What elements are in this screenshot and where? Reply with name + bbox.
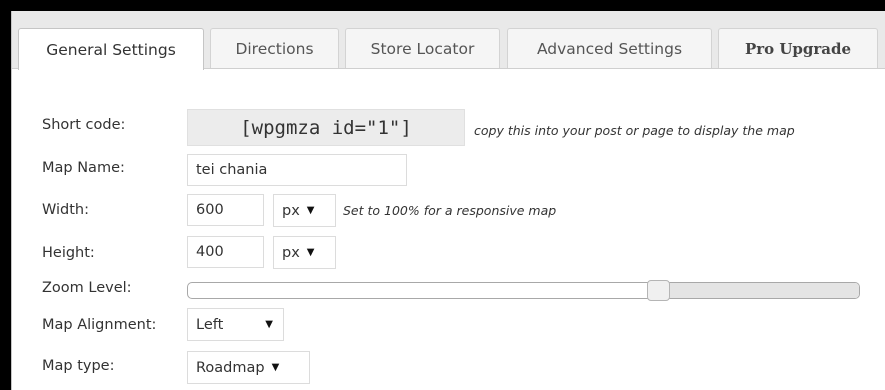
zoom-level-slider[interactable] <box>187 280 860 301</box>
height-input[interactable]: 400 <box>187 236 264 268</box>
width-input[interactable]: 600 <box>187 194 264 226</box>
map-type-select[interactable]: Roadmap ▼ <box>187 351 310 384</box>
width-hint: Set to 100% for a responsive map <box>343 203 557 218</box>
tab-general-settings[interactable]: General Settings <box>18 28 204 70</box>
map-alignment-value: Left <box>196 316 224 333</box>
short-code-label: Short code: <box>42 117 126 133</box>
tab-advanced-settings[interactable]: Advanced Settings <box>507 28 712 68</box>
map-alignment-select[interactable]: Left ▼ <box>187 308 284 341</box>
zoom-slider-track-remaining <box>657 283 859 298</box>
width-unit-select[interactable]: px ▼ <box>273 194 336 227</box>
settings-panel: General Settings Directions Store Locato… <box>11 11 885 390</box>
zoom-slider-handle[interactable] <box>646 280 670 301</box>
chevron-down-icon: ▼ <box>265 319 273 330</box>
tab-pro-upgrade[interactable]: Pro Upgrade <box>718 28 878 68</box>
width-label: Width: <box>42 202 90 218</box>
chevron-down-icon: ▼ <box>306 205 315 216</box>
chevron-down-icon: ▼ <box>271 362 280 373</box>
tab-directions[interactable]: Directions <box>210 28 339 68</box>
map-alignment-label: Map Alignment: <box>42 317 157 333</box>
tab-bar: General Settings Directions Store Locato… <box>12 11 885 70</box>
height-unit-select[interactable]: px ▼ <box>273 236 336 269</box>
window-frame-top <box>0 0 885 11</box>
width-unit-value: px <box>282 202 300 219</box>
chevron-down-icon: ▼ <box>306 247 315 258</box>
map-type-value: Roadmap <box>196 359 265 376</box>
window-frame-left <box>0 0 11 390</box>
zoom-level-label: Zoom Level: <box>42 280 132 296</box>
map-name-input[interactable]: tei chania <box>187 154 407 186</box>
tab-store-locator[interactable]: Store Locator <box>345 28 500 68</box>
height-unit-value: px <box>282 244 300 261</box>
height-label: Height: <box>42 245 95 261</box>
short-code-hint: copy this into your post or page to disp… <box>474 123 795 138</box>
short-code-value[interactable]: [wpgmza id="1"] <box>187 109 465 146</box>
map-name-label: Map Name: <box>42 160 125 176</box>
map-type-label: Map type: <box>42 358 115 374</box>
